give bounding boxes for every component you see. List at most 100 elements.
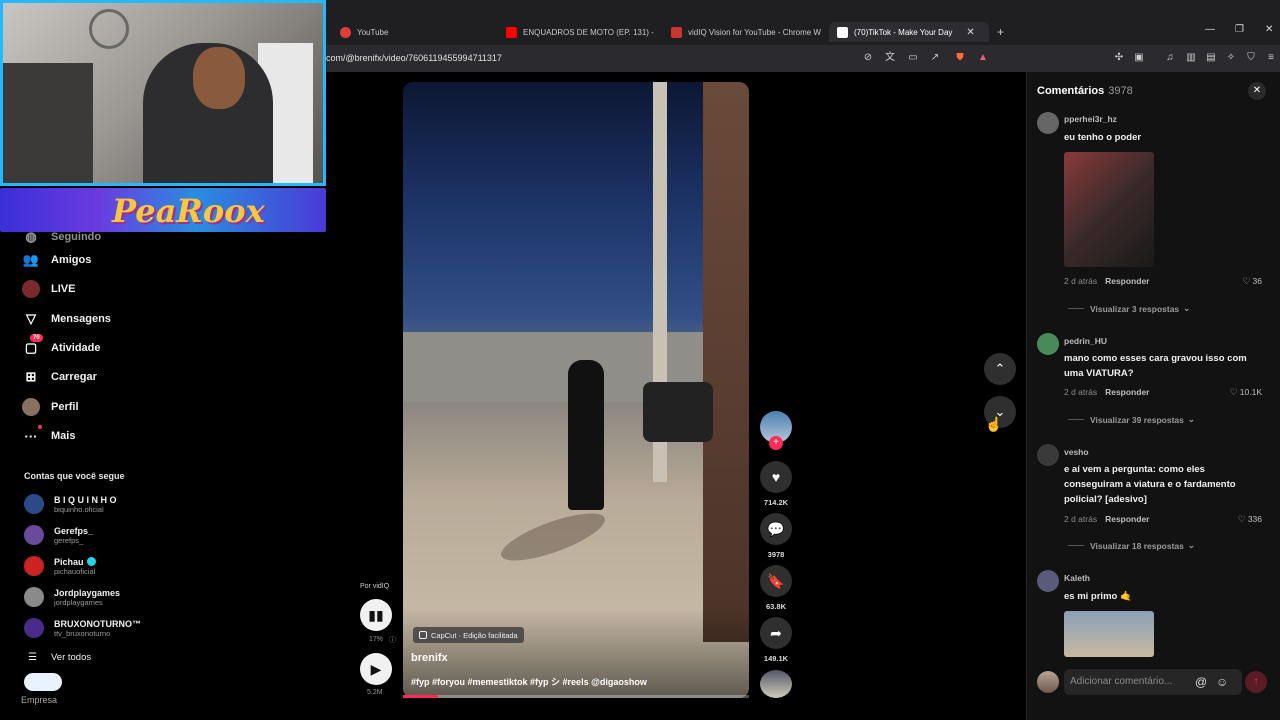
heart-icon: ♥	[771, 469, 781, 485]
view-replies-button[interactable]: Visualizar 18 respostas ⌄	[1068, 540, 1195, 551]
cast-icon[interactable]: ▭	[907, 52, 919, 64]
vidiq-views: 5.2M	[367, 689, 383, 696]
comment-like[interactable]: ♡ 336	[1222, 514, 1262, 525]
view-replies-button[interactable]: Visualizar 3 respostas ⌄	[1068, 303, 1190, 314]
sidebar-item-live[interactable]: LIVE	[22, 278, 75, 300]
sidebar-item-messages[interactable]: ▽ Mensagens	[22, 308, 111, 330]
chevron-up-icon: ⌃	[994, 361, 1006, 376]
brave-shield-icon[interactable]: ⛊	[954, 52, 966, 64]
chevron-down-icon: ⌄	[1187, 540, 1195, 550]
bookmark-icon: 🔖	[767, 572, 785, 589]
share-count: 149.1K	[763, 654, 789, 663]
ai-icon[interactable]: ✧	[1225, 52, 1237, 64]
comment-user[interactable]: vesho	[1064, 447, 1089, 457]
prev-video-button[interactable]: ⌃	[984, 353, 1016, 385]
capcut-tag[interactable]: CapCut · Edição facilitada	[413, 627, 524, 643]
streamer-head	[193, 47, 245, 109]
view-replies-button[interactable]: Visualizar 39 respostas ⌄	[1068, 414, 1195, 425]
activity-icon: ▢ 70	[22, 334, 43, 357]
new-tab-button[interactable]: +	[997, 25, 1004, 39]
comment-meta: 2 d atrás Responder	[1064, 514, 1150, 524]
following-account[interactable]: Gerefps_ gerefps_	[24, 525, 93, 545]
comment-user[interactable]: pedrin_HU	[1064, 336, 1107, 346]
avatar	[24, 494, 44, 514]
video-author[interactable]: brenifx	[411, 652, 448, 664]
info-icon[interactable]: ⓘ	[389, 635, 396, 645]
reply-button[interactable]: Responder	[1105, 387, 1149, 397]
reply-button[interactable]: Responder	[1105, 514, 1149, 524]
avatar[interactable]	[1037, 333, 1059, 355]
extensions-icon[interactable]: ✣	[1113, 52, 1125, 64]
translate-icon[interactable]: 文	[884, 52, 896, 64]
comment-user[interactable]: pperhei3r_hz	[1064, 114, 1117, 124]
save-button[interactable]: 🔖	[760, 565, 792, 597]
avatar	[1037, 671, 1059, 693]
reply-button[interactable]: Responder	[1105, 276, 1149, 286]
vpn-icon[interactable]: ⛉	[1245, 52, 1257, 64]
person-graphic	[568, 360, 604, 510]
close-window-icon[interactable]: ✕	[1265, 24, 1273, 35]
comment-button[interactable]: 💬	[760, 513, 792, 545]
friends-icon: 👥	[22, 252, 40, 267]
comment-like[interactable]: ♡ 10.1K	[1222, 387, 1262, 398]
media-icon[interactable]: ♫	[1164, 52, 1176, 64]
follow-plus-icon[interactable]: +	[769, 436, 783, 450]
send-comment-button[interactable]: ↑	[1245, 671, 1267, 693]
following-account[interactable]: B I Q U I N H Obiquinho.oficial	[24, 494, 117, 514]
sidebar-toggle-icon[interactable]: ▥	[1185, 52, 1197, 64]
wallet-icon[interactable]: ▤	[1205, 52, 1217, 64]
share-icon[interactable]: ↗	[929, 52, 941, 64]
share-button[interactable]: ➦	[760, 617, 792, 649]
url-field[interactable]: com/@brenifx/video/7606119455994711317	[326, 53, 502, 63]
restore-icon[interactable]: ❐	[1235, 24, 1244, 35]
tab-vidiq[interactable]: vidIQ Vision for YouTube - Chrome W	[671, 22, 821, 42]
sidebar-item-more[interactable]: ··· Mais	[22, 425, 75, 447]
music-disc[interactable]	[760, 670, 792, 698]
emoji-icon[interactable]: ☺	[1216, 675, 1228, 689]
sidebar-item-friends[interactable]: 👥 Amigos	[22, 249, 91, 271]
comment-like[interactable]: ♡ 36	[1222, 276, 1262, 287]
rewards-icon[interactable]: ▲	[977, 52, 989, 64]
following-account[interactable]: BRUXONOTURNO™ ttv_bruxonoturno	[24, 618, 141, 638]
comment-user[interactable]: Kaleth	[1064, 573, 1090, 583]
save-count: 63.8K	[765, 602, 786, 611]
extension-vidiq-icon[interactable]: ▣	[1133, 52, 1145, 64]
close-tab-icon[interactable]: ✕	[966, 27, 974, 38]
fan-graphic	[89, 9, 129, 49]
notification-dot	[38, 425, 42, 429]
shelf-graphic	[3, 63, 93, 183]
avatar[interactable]	[1037, 570, 1059, 592]
like-button[interactable]: ♥	[760, 461, 792, 493]
close-comments-button[interactable]: ✕	[1248, 82, 1266, 100]
minimize-icon[interactable]: —	[1205, 24, 1215, 35]
business-toggle[interactable]	[24, 673, 62, 691]
tab-enquadros[interactable]: ENQUADROS DE MOTO (EP. 131) - Y	[506, 22, 656, 42]
youtube-icon	[506, 26, 517, 38]
arrow-up-icon: ↑	[1253, 676, 1259, 687]
comments-title: Comentários 3978	[1037, 85, 1133, 97]
avatar[interactable]	[1037, 444, 1059, 466]
avatar[interactable]	[1037, 112, 1059, 134]
tab-tiktok[interactable]: (70)TikTok - Make Your Day ✕	[829, 22, 989, 42]
tab-youtube[interactable]: YouTube	[340, 22, 490, 42]
video-hashtags[interactable]: #fyp #foryou #memestiktok #fyp シ #reels …	[411, 675, 647, 688]
sidebar-item-profile[interactable]: Perfil	[22, 396, 79, 418]
close-icon: ✕	[1252, 85, 1262, 96]
mention-icon[interactable]: @	[1195, 675, 1207, 689]
menu-icon[interactable]: ≡	[1265, 52, 1277, 64]
sidebar-item-upload[interactable]: ⊞ Carregar	[22, 366, 97, 388]
video-progress[interactable]	[403, 695, 749, 698]
see-all-button[interactable]: ☰ Ver todos	[28, 652, 91, 663]
play-button[interactable]: ▶	[360, 653, 392, 685]
following-account[interactable]: Pichau pichauoficial	[24, 556, 96, 576]
shadow-graphic	[496, 504, 610, 570]
tracking-icon[interactable]: ⊘	[862, 52, 874, 64]
following-account[interactable]: Jordplaygames jordplaygames	[24, 587, 120, 607]
upload-icon: ⊞	[25, 369, 37, 384]
capcut-icon	[419, 631, 427, 639]
sidebar-item-activity[interactable]: ▢ 70 Atividade	[22, 334, 101, 359]
webcam-overlay	[0, 0, 326, 186]
live-icon	[22, 280, 40, 298]
vidiq-stats-button[interactable]: ▮▮	[360, 599, 392, 631]
video-player[interactable]	[403, 82, 749, 698]
